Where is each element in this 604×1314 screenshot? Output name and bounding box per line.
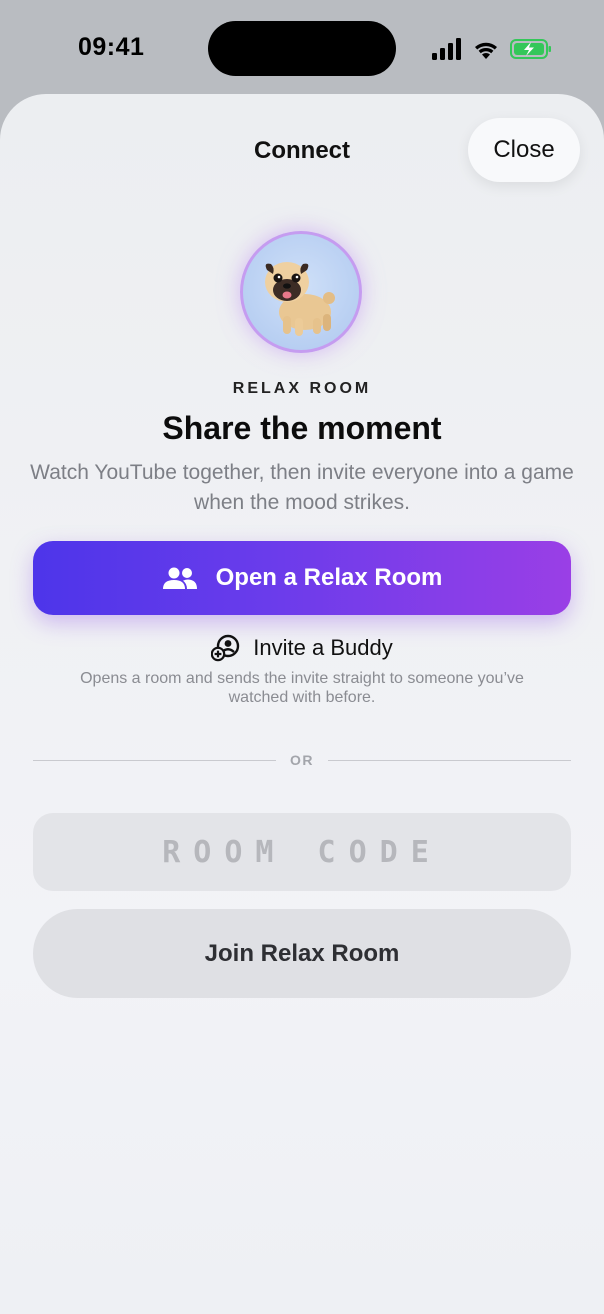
join-relax-room-button[interactable]: Join Relax Room	[33, 909, 571, 998]
battery-charging-icon	[510, 39, 551, 59]
signal-icon	[432, 38, 461, 60]
or-label: OR	[290, 752, 314, 768]
avatar	[240, 231, 362, 353]
connect-sheet: Connect Close RELAX ROOM Share the momen…	[0, 94, 604, 1314]
invite-note: Opens a room and sends the invite straig…	[80, 670, 524, 706]
close-button[interactable]: Close	[468, 118, 580, 182]
headline: Share the moment	[162, 410, 442, 446]
invite-buddy-label: Invite a Buddy	[253, 635, 393, 660]
status-bar: 09:41	[0, 0, 604, 96]
status-time: 09:41	[78, 33, 145, 61]
or-divider: OR	[33, 750, 571, 770]
divider-line-left	[33, 759, 276, 761]
dynamic-island	[208, 21, 396, 76]
status-icons	[432, 36, 552, 62]
open-relax-room-label: Open a Relax Room	[215, 564, 443, 591]
eyebrow-label: RELAX ROOM	[232, 380, 372, 397]
open-relax-room-button[interactable]: Open a Relax Room	[33, 541, 571, 615]
invite-buddy-button[interactable]: Invite a Buddy	[0, 634, 604, 662]
divider-line-right	[328, 759, 571, 761]
wifi-icon	[475, 42, 497, 59]
subtitle: Watch YouTube together, then invite ever…	[30, 461, 574, 514]
room-code-input[interactable]	[33, 813, 571, 891]
pug-avatar-icon	[265, 262, 335, 336]
people-icon	[162, 566, 198, 590]
add-buddy-icon	[211, 634, 241, 662]
